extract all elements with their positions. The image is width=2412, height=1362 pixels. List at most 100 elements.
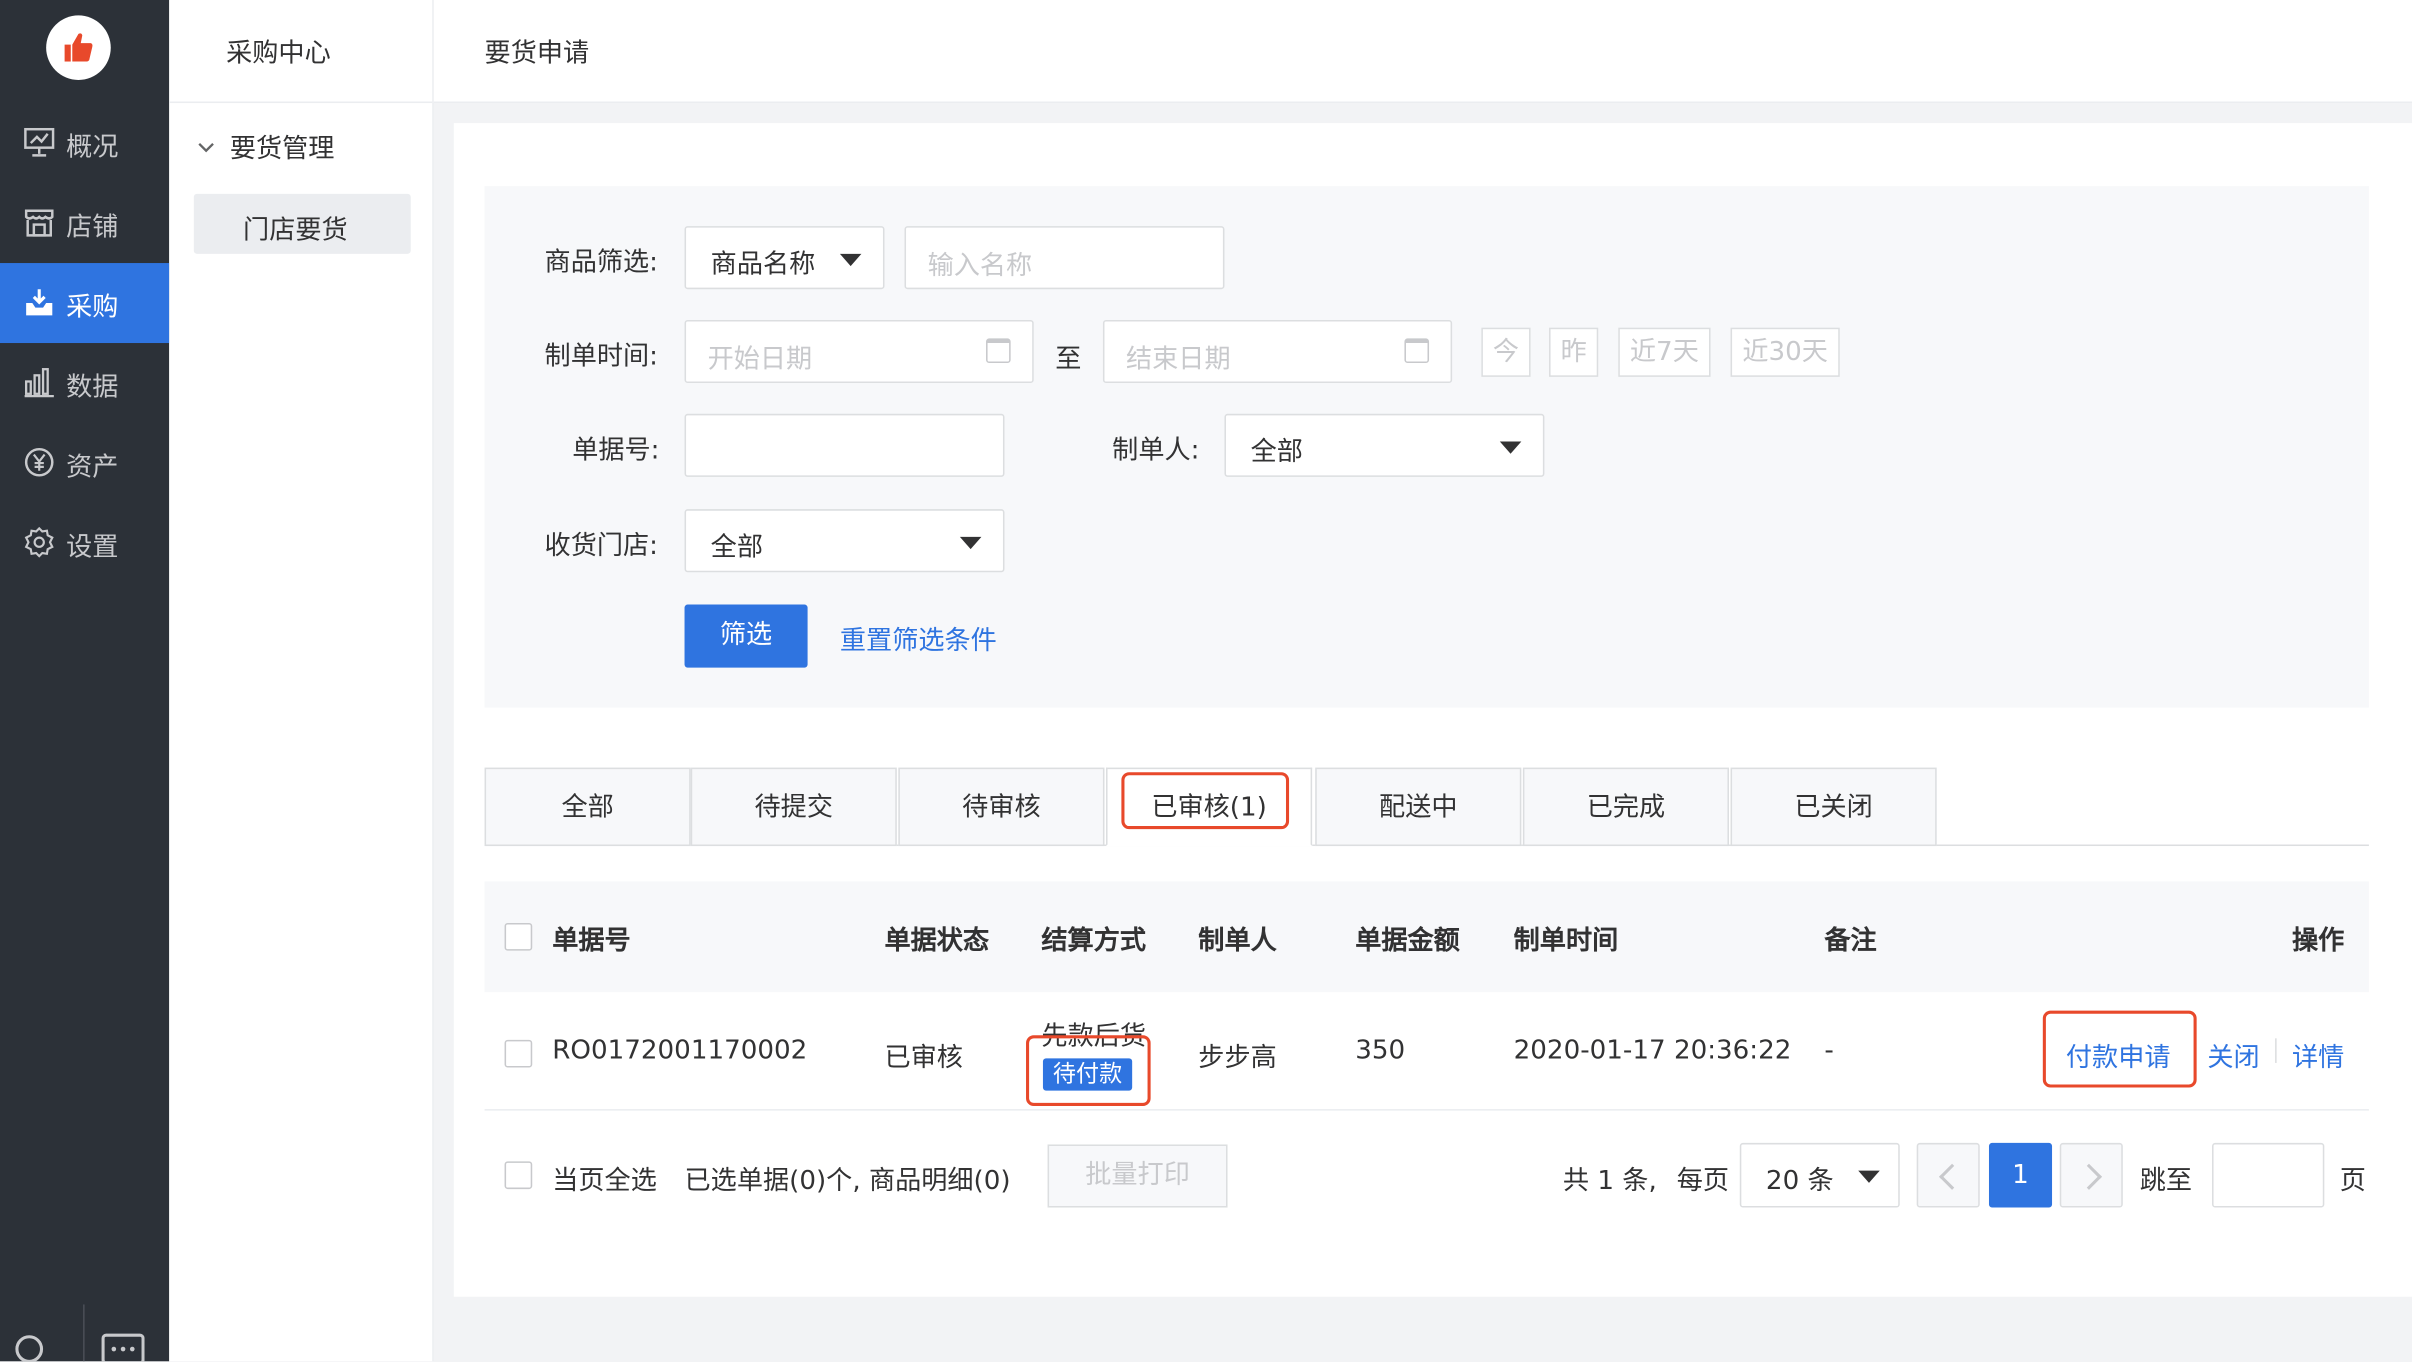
chevron-right-icon xyxy=(2075,1163,2103,1190)
row-creator: 步步高 xyxy=(1198,1042,1277,1074)
sidebar-title: 采购中心 xyxy=(169,0,433,104)
store-label: 收货门店: xyxy=(544,530,658,562)
thumbs-up-icon xyxy=(64,33,93,62)
creator-value: 全部 xyxy=(1250,436,1303,468)
chevron-left-icon xyxy=(1939,1163,1966,1190)
creator-label: 制单人: xyxy=(1112,435,1200,467)
page-title: 要货申请 xyxy=(484,38,590,70)
search-icon[interactable] xyxy=(12,1332,52,1362)
logo[interactable] xyxy=(46,15,111,80)
next-page-button[interactable] xyxy=(2059,1142,2123,1208)
highlight-box xyxy=(1121,772,1290,830)
caret-down-icon xyxy=(959,536,982,550)
nav-item-asset[interactable]: 资产 xyxy=(0,423,169,503)
overview-icon xyxy=(24,127,55,157)
nav-item-store[interactable]: 店铺 xyxy=(0,183,169,263)
filter-submit-button[interactable]: 筛选 xyxy=(684,604,808,668)
row-status: 已审核 xyxy=(884,1042,963,1074)
tab-closed[interactable]: 已关闭 xyxy=(1730,767,1937,847)
row-remark: - xyxy=(1824,1035,1834,1067)
reset-filter-link[interactable]: 重置筛选条件 xyxy=(840,618,997,657)
nav-item-purchase[interactable]: 采购 xyxy=(0,263,170,344)
end-date-placeholder: 结束日期 xyxy=(1126,344,1231,376)
select-all-checkbox[interactable] xyxy=(504,922,533,951)
row-doc-no: RO0172001170002 xyxy=(552,1035,808,1067)
row-checkbox[interactable] xyxy=(504,1039,533,1068)
product-name-placeholder: 输入名称 xyxy=(927,250,1033,282)
tab-pending-review[interactable]: 待审核 xyxy=(898,767,1105,847)
product-filter-label: 商品筛选: xyxy=(544,247,658,279)
col-doc-no: 单据号 xyxy=(552,926,631,957)
row-divider xyxy=(484,1109,2369,1111)
nav-label: 概况 xyxy=(66,132,119,164)
sidebar-title-text: 采购中心 xyxy=(226,38,331,70)
col-settle: 结算方式 xyxy=(1041,926,1147,957)
caret-down-icon xyxy=(1499,441,1522,454)
main-nav: 概况 店铺 采购 数据 资产 设置 xyxy=(0,0,170,1362)
row-amount: 350 xyxy=(1355,1035,1406,1067)
doc-no-input[interactable] xyxy=(684,413,1005,477)
quick-date-today[interactable]: 今 xyxy=(1481,327,1531,377)
nav-label: 店铺 xyxy=(66,212,119,244)
col-time: 制单时间 xyxy=(1513,926,1619,957)
col-actions: 操作 xyxy=(2292,926,2345,957)
chat-icon[interactable] xyxy=(101,1332,145,1362)
tab-pending-submit[interactable]: 待提交 xyxy=(690,767,897,847)
divider xyxy=(83,1304,85,1362)
batch-print-button[interactable]: 批量打印 xyxy=(1047,1144,1228,1208)
jump-page-input[interactable] xyxy=(2212,1142,2325,1208)
per-page-value: 20 条 xyxy=(1765,1166,1834,1197)
sidebar-group-label: 要货管理 xyxy=(229,133,335,165)
caret-down-icon xyxy=(1858,1170,1880,1183)
nav-item-data[interactable]: 数据 xyxy=(0,343,169,423)
sidebar-group-requisition[interactable]: 要货管理 xyxy=(197,126,335,165)
divider xyxy=(2275,1038,2277,1063)
caret-down-icon xyxy=(839,253,862,267)
tab-completed[interactable]: 已完成 xyxy=(1522,767,1730,847)
asset-icon xyxy=(24,447,54,477)
product-name-input[interactable]: 输入名称 xyxy=(904,226,1225,290)
product-type-value: 商品名称 xyxy=(710,249,816,280)
col-amount: 单据金额 xyxy=(1355,926,1460,957)
store-select[interactable]: 全部 xyxy=(684,509,1005,573)
settings-icon xyxy=(24,526,54,558)
tab-delivering[interactable]: 配送中 xyxy=(1315,767,1522,847)
store-icon xyxy=(24,209,54,237)
col-remark: 备注 xyxy=(1824,926,1877,957)
product-type-select[interactable]: 商品名称 xyxy=(684,226,885,290)
prev-page-button[interactable] xyxy=(1916,1142,1980,1208)
nav-item-settings[interactable]: 设置 xyxy=(0,503,169,583)
top-header: 要货申请 xyxy=(433,0,2412,104)
date-range-separator: 至 xyxy=(1055,344,1082,376)
nav-label: 采购 xyxy=(66,292,119,324)
nav-item-overview[interactable]: 概况 xyxy=(0,103,169,183)
store-value: 全部 xyxy=(710,532,763,564)
page-select-all-checkbox[interactable] xyxy=(504,1161,533,1190)
page-select-all-label: 当页全选 xyxy=(552,1166,657,1197)
end-date-input[interactable]: 结束日期 xyxy=(1102,319,1453,384)
data-icon xyxy=(24,368,54,398)
close-link[interactable]: 关闭 xyxy=(2207,1035,2259,1074)
purchase-icon xyxy=(26,289,53,316)
quick-date-yesterday[interactable]: 昨 xyxy=(1549,327,1599,377)
doc-no-label: 单据号: xyxy=(572,435,660,467)
sub-sidebar: 采购中心 要货管理 门店要货 xyxy=(169,0,434,1362)
selection-summary: 已选单据(0)个, 商品明细(0) xyxy=(684,1166,1011,1197)
per-page-label: 每页 xyxy=(1676,1166,1730,1197)
col-status: 单据状态 xyxy=(884,926,990,957)
per-page-select[interactable]: 20 条 xyxy=(1739,1142,1900,1208)
quick-date-30days[interactable]: 近30天 xyxy=(1730,327,1840,377)
tab-all[interactable]: 全部 xyxy=(484,767,691,847)
quick-date-7days[interactable]: 近7天 xyxy=(1618,327,1711,377)
date-filter-label: 制单时间: xyxy=(544,341,658,373)
detail-link[interactable]: 详情 xyxy=(2292,1035,2344,1074)
creator-select[interactable]: 全部 xyxy=(1224,413,1545,477)
current-page-button[interactable]: 1 xyxy=(1988,1142,2053,1208)
sidebar-item-store-requisition[interactable]: 门店要货 xyxy=(193,193,411,254)
chevron-down-icon xyxy=(198,143,214,153)
start-date-placeholder: 开始日期 xyxy=(707,344,813,376)
total-count: 共 1 条, xyxy=(1562,1166,1657,1197)
calendar-icon xyxy=(986,338,1011,364)
sidebar-item-label: 门店要货 xyxy=(243,215,348,247)
start-date-input[interactable]: 开始日期 xyxy=(684,319,1034,384)
